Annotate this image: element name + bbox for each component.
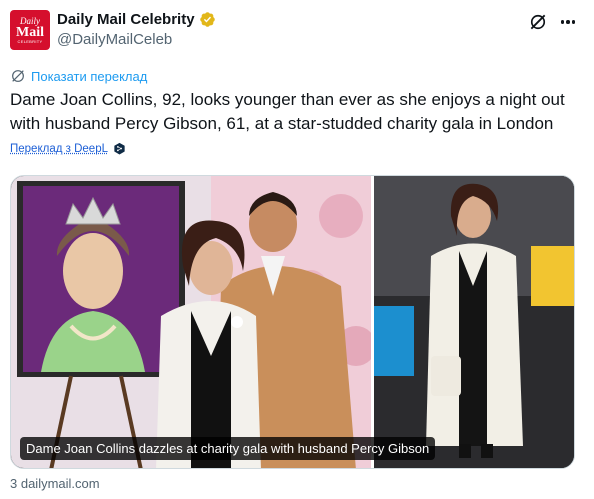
author-handle[interactable]: @DailyMailCeleb <box>57 31 172 48</box>
account-avatar[interactable]: Daily Mail CELEBRITY <box>10 10 50 50</box>
show-translation-row[interactable]: Показати переклад <box>10 68 147 84</box>
deepl-icon <box>114 142 125 155</box>
deepl-attribution-row[interactable]: Переклад з DeepL <box>10 142 126 155</box>
avatar-text-celebrity: CELEBRITY <box>17 38 43 44</box>
media-images <box>11 176 574 468</box>
deepl-translation-link[interactable]: Переклад з DeepL <box>10 143 108 155</box>
more-options-icon[interactable] <box>556 12 580 32</box>
globe-translate-icon <box>12 70 24 82</box>
author-display-name[interactable]: Daily Mail Celebrity <box>57 11 195 28</box>
tweet-media[interactable] <box>10 175 575 469</box>
link-source-domain[interactable]: 3 dailymail.com <box>10 476 100 491</box>
avatar-text-mail: Mail <box>16 24 44 40</box>
media-caption: Dame Joan Collins dazzles at charity gal… <box>20 437 436 460</box>
tweet-text: Dame Joan Collins, 92, looks younger tha… <box>10 90 565 133</box>
show-translation-link[interactable]: Показати переклад <box>31 69 147 84</box>
grok-icon[interactable] <box>528 12 548 32</box>
verified-badge-icon <box>199 12 215 27</box>
author-name-row: Daily Mail Celebrity <box>57 11 216 28</box>
